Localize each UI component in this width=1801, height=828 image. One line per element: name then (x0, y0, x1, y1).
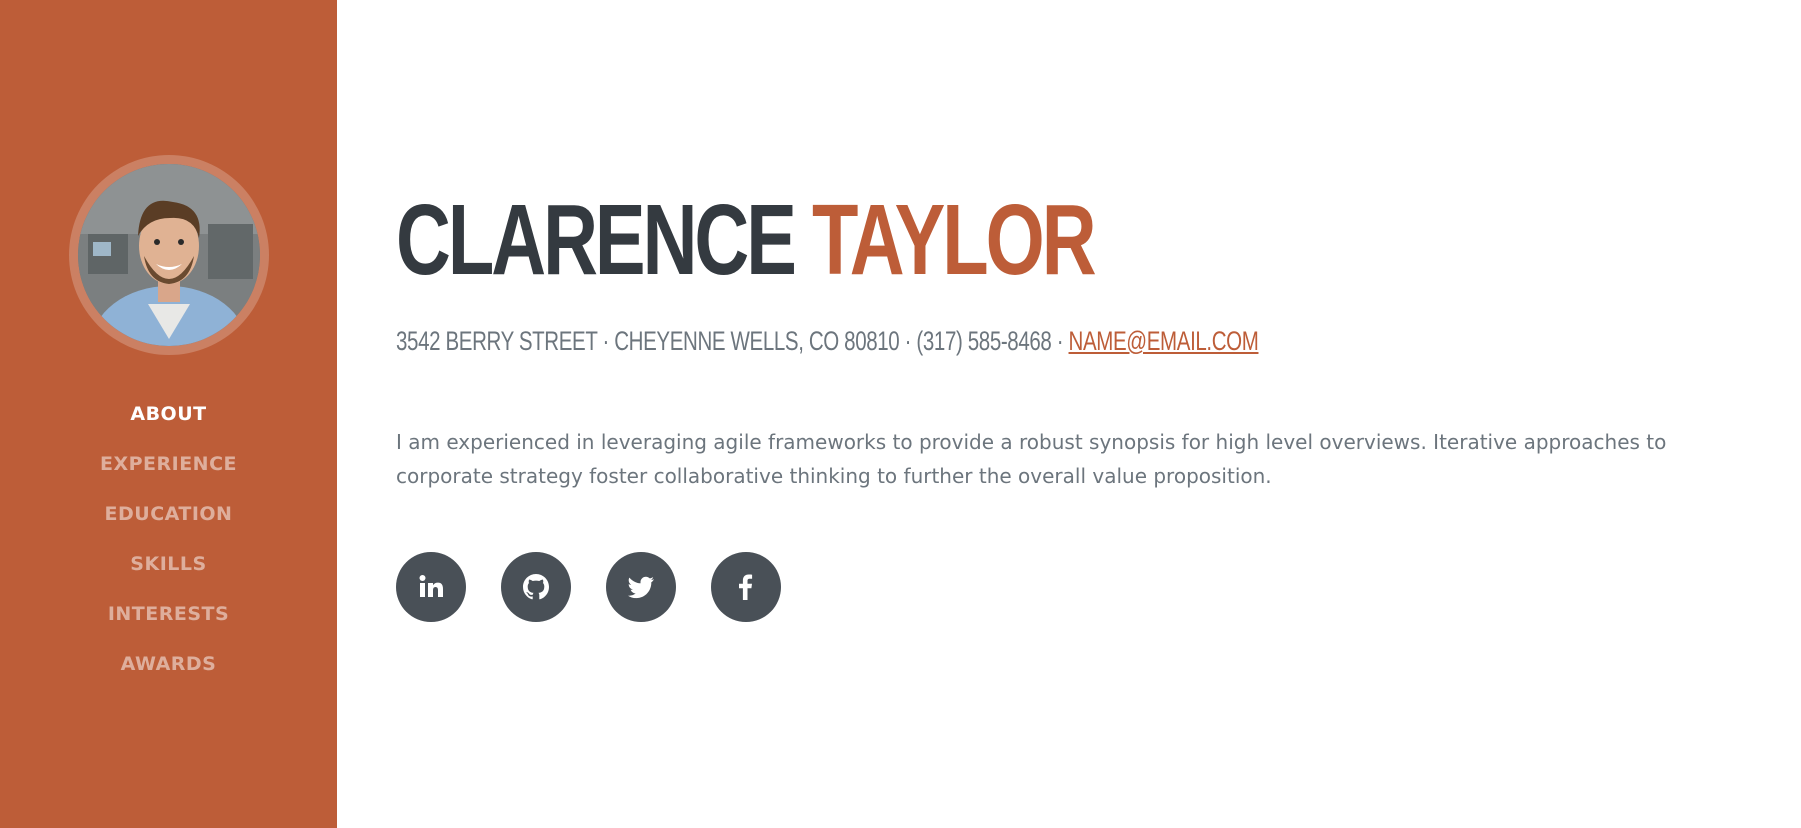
avatar-frame (68, 155, 269, 355)
about-text: I am experienced in leveraging agile fra… (396, 430, 1667, 488)
main-content: CLARENCE TAYLOR 3542 BERRY STREET · CHEY… (337, 0, 1801, 828)
facebook-icon (739, 574, 753, 600)
sidebar: ABOUT EXPERIENCE EDUCATION SKILLS INTERE… (0, 0, 337, 828)
nav-item-interests[interactable]: INTERESTS (108, 589, 229, 639)
sidebar-nav: ABOUT EXPERIENCE EDUCATION SKILLS INTERE… (100, 389, 237, 689)
contact-info: 3542 BERRY STREET · CHEYENNE WELLS, CO 8… (396, 326, 1259, 357)
facebook-button[interactable] (711, 552, 781, 622)
address-text: 3542 BERRY STREET · CHEYENNE WELLS, CO 8… (396, 326, 1069, 356)
first-name: CLARENCE (396, 184, 797, 296)
avatar (77, 164, 260, 346)
email-link[interactable]: NAME@EMAIL.COM (1069, 326, 1259, 356)
nav-item-awards[interactable]: AWARDS (121, 639, 217, 689)
linkedin-button[interactable] (396, 552, 466, 622)
avatar-photo (77, 164, 260, 346)
page-title: CLARENCE TAYLOR (396, 190, 1097, 290)
linkedin-icon (419, 575, 443, 597)
nav-item-education[interactable]: EDUCATION (105, 489, 233, 539)
twitter-icon (627, 576, 654, 599)
github-icon (523, 574, 549, 600)
nav-item-skills[interactable]: SKILLS (130, 539, 206, 589)
github-button[interactable] (501, 552, 571, 622)
twitter-button[interactable] (606, 552, 676, 622)
nav-item-experience[interactable]: EXPERIENCE (100, 439, 237, 489)
social-icons (396, 552, 816, 622)
last-name: TAYLOR (812, 184, 1097, 296)
nav-item-about[interactable]: ABOUT (130, 389, 206, 439)
